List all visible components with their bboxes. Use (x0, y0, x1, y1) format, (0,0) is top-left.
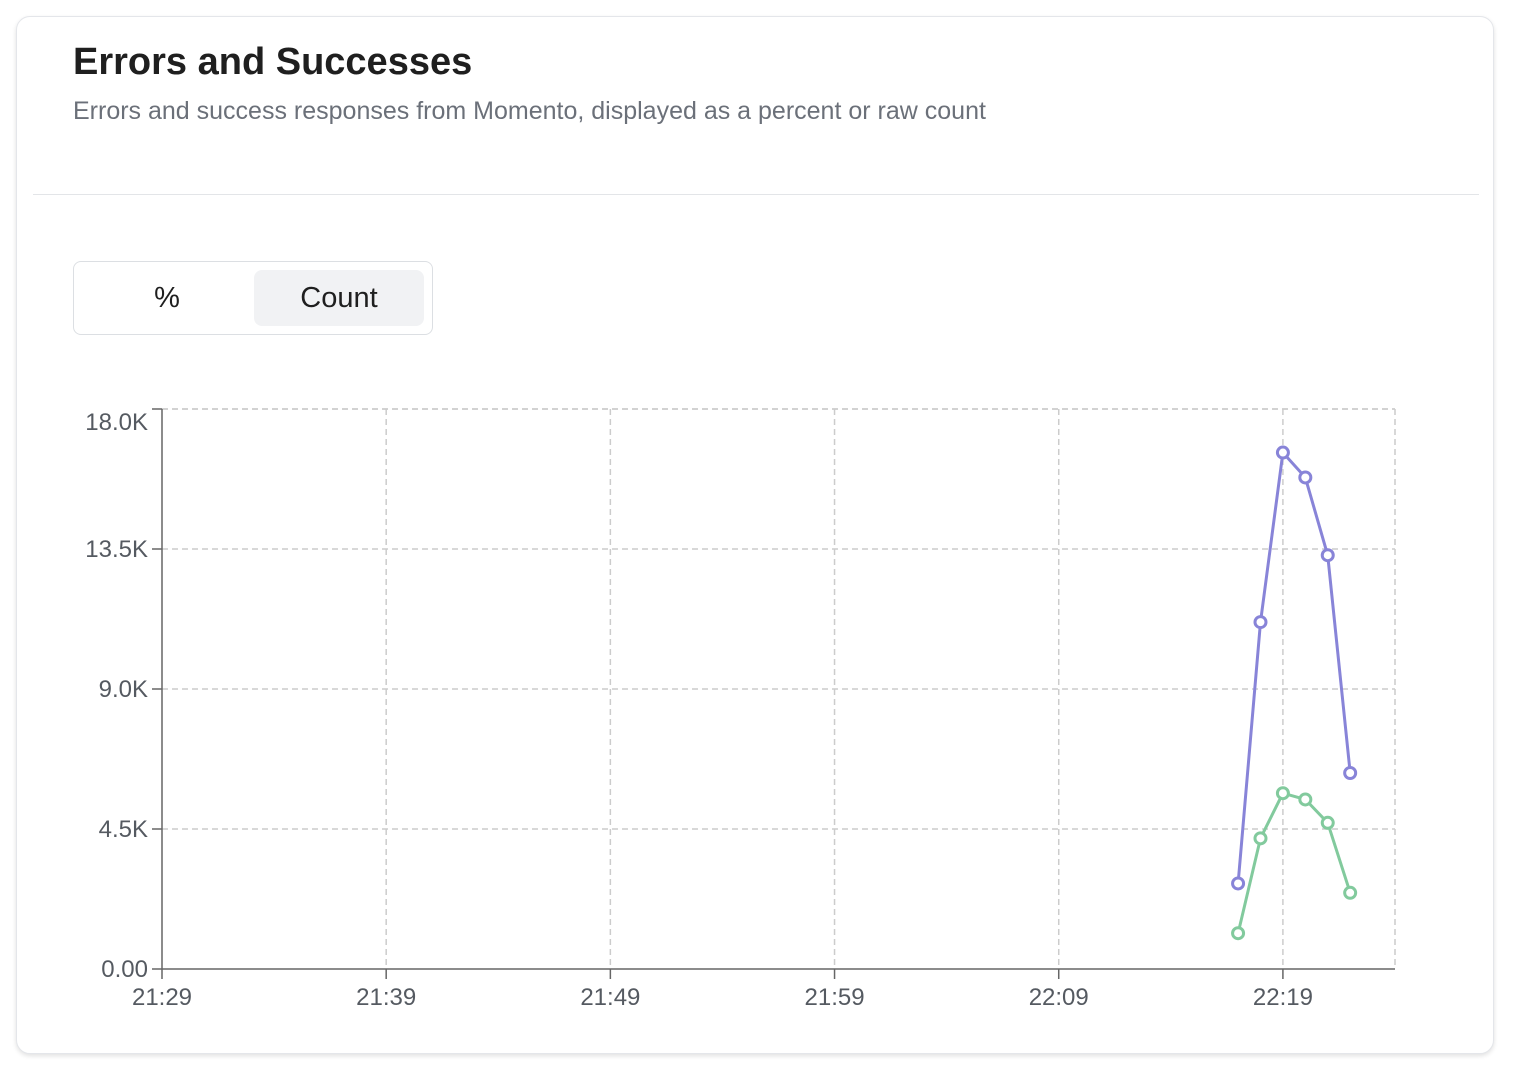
y-tick-label: 0.00 (101, 956, 148, 983)
data-point (1320, 815, 1335, 830)
data-point (1343, 885, 1358, 900)
data-point (1343, 766, 1358, 780)
data-point (1298, 470, 1313, 485)
data-point (1253, 831, 1268, 846)
data-point (1320, 548, 1335, 563)
line-chart: 0.00 4.5K 9.0K 13.5K 18.0K 21:29 21:39 21:49 21:… (85, 408, 1396, 1011)
x-tick-label: 21:39 (356, 984, 416, 1011)
data-point (1231, 926, 1246, 941)
data-point (1298, 792, 1313, 807)
x-tick-label: 21:59 (805, 984, 865, 1011)
data-point (1275, 445, 1290, 460)
x-tick-label: 21:49 (580, 984, 640, 1011)
series-line-1 (1236, 791, 1352, 934)
x-tick-label: 22:09 (1029, 984, 1089, 1011)
x-tick-label: 22:19 (1253, 984, 1313, 1011)
y-tick-label: 13.5K (85, 536, 148, 563)
y-tick-label: 9.0K (99, 676, 148, 703)
data-point (1231, 876, 1246, 891)
data-point (1253, 615, 1268, 630)
y-tick-label: 18.0K (85, 409, 148, 436)
y-tick-label: 4.5K (99, 816, 148, 843)
data-point (1275, 786, 1290, 801)
x-tick-label: 21:29 (132, 984, 192, 1011)
